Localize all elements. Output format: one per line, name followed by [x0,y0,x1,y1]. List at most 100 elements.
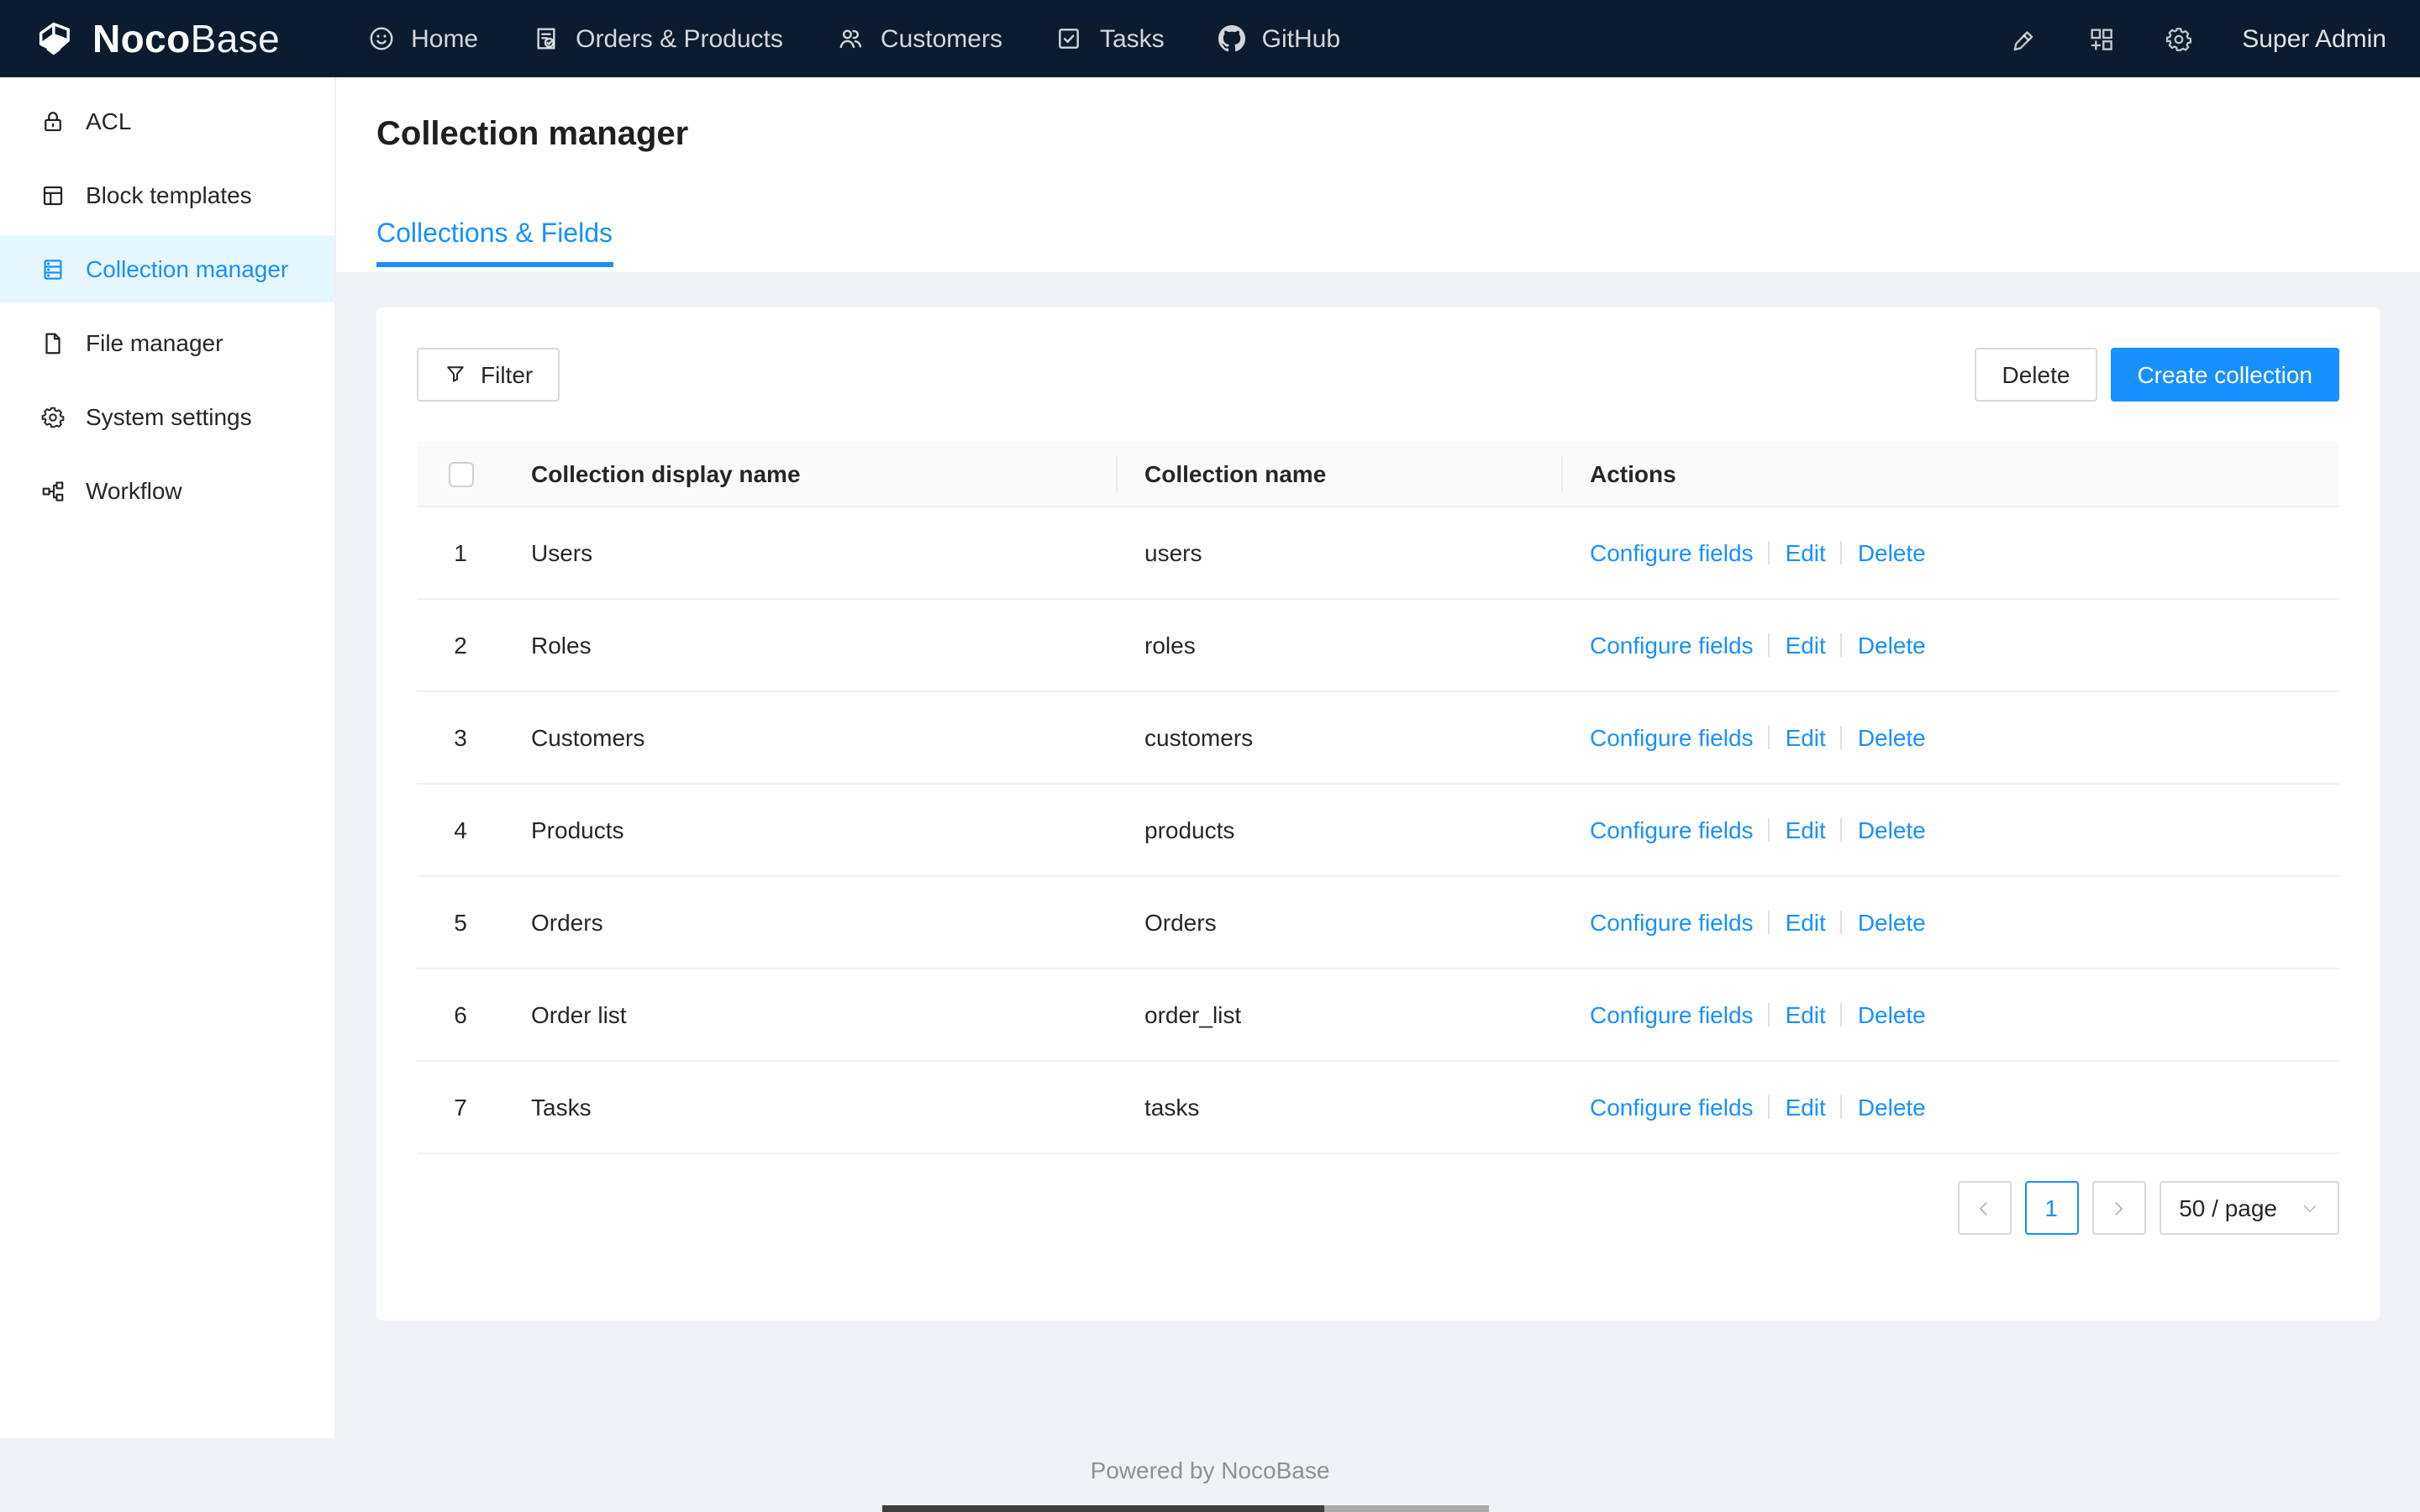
cell-actions: Configure fields Edit Delete [1563,1061,2339,1154]
select-all-checkbox[interactable] [448,462,473,488]
sidebar-item-label: Block templates [86,181,252,208]
delete-link[interactable]: Delete [1858,909,1926,936]
delete-link[interactable]: Delete [1858,539,1926,566]
cell-name: users [1118,507,1563,600]
cell-name: tasks [1118,1061,1563,1154]
action-divider [1768,1003,1770,1026]
cell-actions: Configure fields Edit Delete [1563,507,2339,600]
nav-item-tasks[interactable]: Tasks [1029,0,1192,77]
nocobase-logo[interactable]: NocoBase [34,16,280,61]
nocobase-cube-icon [39,22,70,57]
horizontal-scrollbar-thumb[interactable] [882,1505,1324,1512]
action-divider [1840,1095,1843,1119]
github-icon [1218,25,1245,52]
cell-name: Orders [1118,876,1563,969]
configure-fields-link[interactable]: Configure fields [1590,539,1754,566]
delete-button-label: Delete [2002,361,2070,388]
row-index: 6 [417,969,504,1062]
delete-link[interactable]: Delete [1858,632,1926,659]
lock-icon [45,111,61,131]
powered-by-footer: Powered by NocoBase [1090,1457,1330,1483]
configure-fields-link[interactable]: Configure fields [1590,816,1754,843]
delete-link[interactable]: Delete [1858,1001,1926,1028]
nav-item-label: Tasks [1099,24,1165,53]
page-title: Collection manager [376,116,689,153]
top-navbar: NocoBase Home Orders & Products Customer… [0,0,2420,77]
configure-fields-link[interactable]: Configure fields [1590,1001,1754,1028]
nav-item-github[interactable]: GitHub [1192,0,1367,77]
filter-icon [447,366,464,382]
delete-link[interactable]: Delete [1858,816,1926,843]
nav-item-label: Customers [880,24,1002,53]
edit-link[interactable]: Edit [1786,909,1826,936]
sidebar-item-block-templates[interactable]: Block templates [0,161,334,228]
next-page-button[interactable] [2091,1181,2146,1235]
cell-display-name: Roles [504,599,1118,692]
action-divider [1768,1095,1770,1119]
database-icon [44,258,62,280]
row-index: 7 [417,1061,504,1154]
chevron-left-icon [1980,1201,1987,1215]
table-row: 3 Customers customers Configure fields Ed… [417,691,2339,785]
tab-collections-fields[interactable]: Collections & Fields [376,215,613,267]
edit-link[interactable]: Edit [1786,1094,1826,1121]
app-window: NocoBase Home Orders & Products Customer… [0,0,2420,1512]
configure-fields-link[interactable]: Configure fields [1590,1094,1754,1121]
page-size-select[interactable]: 50 / page [2159,1181,2339,1235]
cell-name: order_list [1118,969,1563,1062]
configure-fields-link[interactable]: Configure fields [1590,909,1754,936]
cell-actions: Configure fields Edit Delete [1563,691,2339,785]
sidebar-item-acl[interactable]: ACL [0,87,334,155]
edit-link[interactable]: Edit [1786,539,1826,566]
row-index: 5 [417,876,504,969]
card-toolbar: Filter Delete Create collection [417,348,2339,402]
action-divider [1840,726,1843,749]
action-divider [1840,541,1843,564]
page-number-1[interactable]: 1 [2024,1181,2079,1235]
delete-link[interactable]: Delete [1858,1094,1926,1121]
edit-link[interactable]: Edit [1786,724,1826,751]
sidebar-item-label: Workflow [86,477,182,504]
settings-sidebar: ACL Block templates Collection manager F… [0,77,336,1438]
edit-link[interactable]: Edit [1786,632,1826,659]
cell-display-name: Orders [504,876,1118,969]
toolbar-right: Delete Create collection [1975,348,2339,402]
delete-button[interactable]: Delete [1975,348,2097,402]
sidebar-item-label: Collection manager [86,255,289,282]
layout-icon [43,185,63,205]
edit-link[interactable]: Edit [1786,1001,1826,1028]
file-done-icon [536,28,555,50]
create-collection-label: Create collection [2137,361,2312,388]
action-divider [1840,911,1843,934]
sidebar-item-workflow[interactable]: Workflow [0,457,334,524]
highlight-icon[interactable] [2010,24,2039,53]
nav-item-home[interactable]: Home [340,0,505,77]
nav-item-orders-products[interactable]: Orders & Products [505,0,810,77]
delete-link[interactable]: Delete [1858,724,1926,751]
configure-fields-link[interactable]: Configure fields [1590,724,1754,751]
edit-link[interactable]: Edit [1786,816,1826,843]
team-icon [839,29,861,49]
nav-item-customers[interactable]: Customers [810,0,1029,77]
collections-table: Collection display name Collection name … [417,442,2339,1154]
filter-button[interactable]: Filter [417,348,560,402]
cell-actions: Configure fields Edit Delete [1563,876,2339,969]
sidebar-item-system-settings[interactable]: System settings [0,383,334,450]
cell-display-name: Tasks [504,1061,1118,1154]
collections-card: Filter Delete Create collection Collecti… [376,307,2380,1320]
create-collection-button[interactable]: Create collection [2110,348,2339,402]
configure-fields-link[interactable]: Configure fields [1590,632,1754,659]
appstore-add-icon[interactable] [2087,24,2116,53]
cell-display-name: Order list [504,969,1118,1062]
content-area: Filter Delete Create collection Collecti… [336,274,2420,1354]
current-user[interactable]: Super Admin [2242,24,2386,53]
sidebar-item-file-manager[interactable]: File manager [0,309,334,376]
cell-display-name: Customers [504,691,1118,785]
sidebar-item-label: ACL [86,108,132,134]
prev-page-button[interactable] [1957,1181,2012,1235]
gear-icon[interactable] [2165,24,2193,53]
page-size-value: 50 / page [2179,1194,2277,1221]
cell-actions: Configure fields Edit Delete [1563,599,2339,692]
sidebar-item-collection-manager[interactable]: Collection manager [0,235,334,302]
table-header-row: Collection display name Collection name … [417,442,2339,507]
